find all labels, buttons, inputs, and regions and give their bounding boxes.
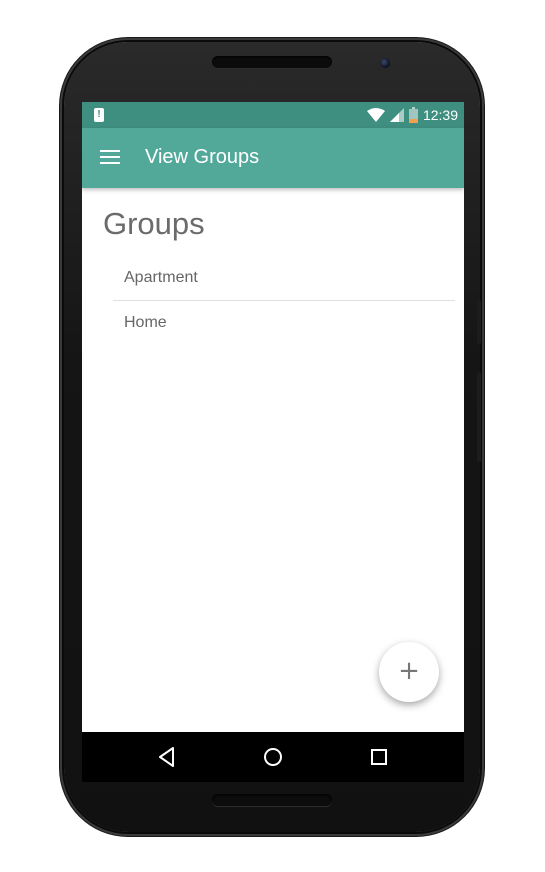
app-toolbar: View Groups [82,128,464,188]
group-item-home[interactable]: Home [113,300,455,345]
add-group-button[interactable]: + [379,642,439,702]
battery-icon [408,107,418,123]
group-item-label: Home [124,314,167,331]
recents-icon[interactable] [366,744,392,770]
alert-icon: ! [94,108,104,122]
status-bar: ! 12:39 [82,102,464,128]
status-icons: 12:39 [366,102,458,128]
screen: ! 12:39 View Groups Groups Apartment Hom… [82,102,464,782]
wifi-icon [366,108,385,122]
front-camera [380,58,390,68]
power-button [477,300,481,344]
status-time: 12:39 [422,107,458,123]
earpiece-speaker [212,56,332,68]
home-icon[interactable] [260,744,286,770]
toolbar-title: View Groups [145,146,260,168]
group-list: Apartment Home [113,256,455,345]
hamburger-menu-icon[interactable] [100,150,122,166]
signal-icon [389,108,404,122]
add-icon: + [398,656,420,686]
volume-button [477,372,481,462]
back-icon[interactable] [154,744,180,770]
page-title: Groups [103,206,205,241]
system-nav-bar [82,732,464,782]
bottom-speaker [212,794,332,806]
group-item-label: Apartment [124,269,198,286]
group-item-apartment[interactable]: Apartment [113,256,455,300]
